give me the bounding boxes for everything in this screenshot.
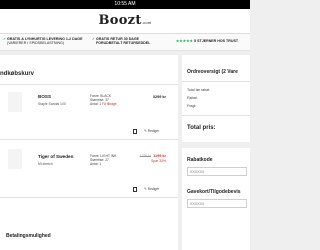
divider — [0, 197, 178, 198]
divider — [182, 115, 250, 116]
promo-code-input[interactable] — [187, 167, 247, 176]
product-attributes: Farve: BLACK Størrelse: 37 Antal: 1 Få t… — [90, 94, 117, 107]
usp-return-sub: FORUDBETALT RETURSEDDEL — [96, 41, 151, 46]
promo-code-label: Rabatkode — [187, 157, 213, 163]
checkmark-icon: ✓ — [3, 37, 7, 41]
boozt-logo[interactable]: Boozt.com — [0, 13, 250, 28]
edit-button[interactable]: ✎ Redigér — [144, 129, 159, 133]
usp-trust-text: 5 STJERNER HOS TRUST — [194, 39, 239, 43]
gift-card-label: Gavekort/Tilgodebevis — [187, 189, 241, 195]
product-brand[interactable]: BOSS — [38, 94, 51, 99]
total-label: Total pris: — [187, 125, 216, 131]
rating-stars-icon: ★★★★★ — [176, 39, 194, 43]
product-image[interactable] — [8, 149, 22, 169]
product-old-price: 1799 kr — [139, 154, 151, 158]
logo-text: Boozt — [98, 13, 142, 28]
status-bar: 10:55 AM — [0, 0, 250, 9]
product-name: Staple Sandal 100 — [38, 102, 66, 106]
usp-delivery: ✓GRATIS & LYNHURTIG LEVERING 1-2 DAGE (V… — [3, 37, 83, 46]
trash-icon[interactable] — [133, 187, 137, 192]
product-qty: Antal: 1 — [90, 162, 102, 167]
product-brand[interactable]: Tiger of Sweden — [38, 154, 73, 159]
shipping-label: Fragt: — [187, 104, 197, 108]
product-attributes: Farve: LIGHT INK Størrelse: 27 Antal: 1 — [90, 154, 116, 167]
usp-return-text: GRATIS RETUR 30 DAGE — [96, 37, 140, 41]
stock-warning: Få tilbage — [102, 102, 117, 107]
site-header: Boozt.com — [0, 9, 250, 34]
product-name: Mi stretch — [38, 162, 53, 166]
discount-label: Rabat: — [187, 96, 198, 100]
usp-bar: ✓GRATIS & LYNHURTIG LEVERING 1-2 DAGE (V… — [0, 34, 250, 51]
logo-suffix: .com — [141, 20, 152, 25]
divider — [0, 84, 178, 85]
trash-icon[interactable] — [133, 129, 137, 134]
product-qty: Antal: 1 Få tilbage — [90, 102, 117, 107]
product-discount: Spar 33% — [151, 159, 166, 163]
promo-panel: Rabatkode Gavekort/Tilgodebevis — [182, 148, 250, 250]
payment-section-title: Betalingsmulighed — [6, 233, 51, 239]
divider — [182, 81, 250, 82]
usp-delivery-sub: (VARIERER I SPIDSBELASTNING) — [7, 41, 65, 46]
usp-delivery-text: GRATIS & LYNHURTIG LEVERING 1-2 DAGE — [7, 37, 83, 41]
cart-title: ndkøbskurv — [0, 71, 35, 77]
cart-panel: ndkøbskurv BOSS Staple Sandal 100 Farve:… — [0, 55, 178, 250]
summary-title: Ordreoversigt (2 Vare — [187, 69, 238, 75]
product-price: 3299 kr — [152, 95, 166, 99]
divider — [0, 139, 178, 140]
usp-trust: ★★★★★ 5 STJERNER HOS TRUST — [176, 39, 238, 43]
edit-button[interactable]: ✎ Redigér — [144, 187, 159, 191]
checkmark-icon: ✓ — [92, 37, 96, 41]
product-image[interactable] — [8, 92, 22, 112]
order-summary: Ordreoversigt (2 Vare Total før rabat: R… — [182, 55, 250, 142]
subtotal-label: Total før rabat: — [187, 88, 211, 92]
gift-card-input[interactable] — [187, 199, 247, 208]
product-sale-price: 1199 kr — [153, 154, 166, 158]
usp-return: ✓GRATIS RETUR 30 DAGE FORUDBETALT RETURS… — [92, 37, 150, 46]
status-time: 10:55 AM — [114, 1, 136, 7]
